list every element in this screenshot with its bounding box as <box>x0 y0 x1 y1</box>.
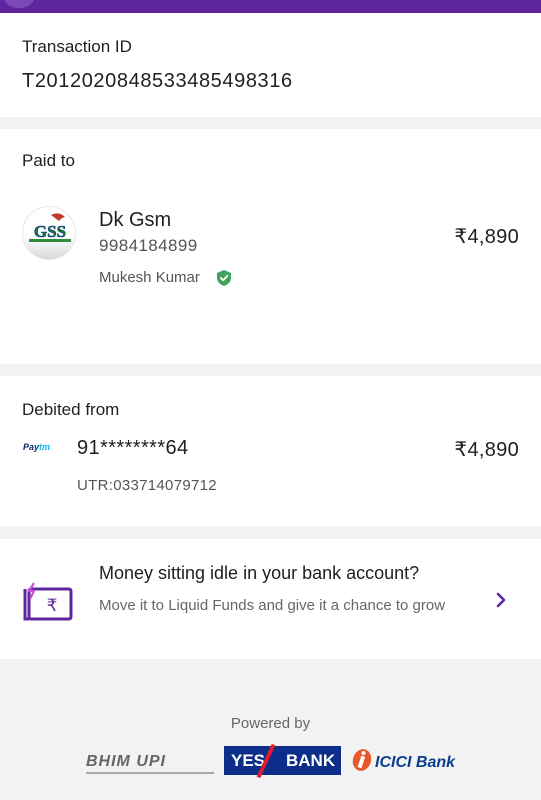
top-app-bar <box>0 0 541 13</box>
transaction-id-card: Transaction ID T2012020848533485498316 <box>0 13 541 117</box>
promo-title: Money sitting idle in your bank account? <box>99 563 420 583</box>
header-avatar-edge <box>4 0 34 8</box>
paid-amount: ₹4,890 <box>454 226 519 248</box>
transaction-id-label: Transaction ID <box>22 37 132 56</box>
liquid-funds-promo[interactable]: ₹ Money sitting idle in your bank accoun… <box>0 539 541 659</box>
debited-amount: ₹4,890 <box>454 439 519 461</box>
bhim-upi-logo: BHIM UPI <box>86 753 166 770</box>
icici-mark-icon <box>352 749 372 771</box>
icici-bank-logo: ICICI Bank <box>375 754 456 771</box>
transaction-id-value[interactable]: T2012020848533485498316 <box>22 70 293 93</box>
verified-shield-icon <box>217 270 231 286</box>
chevron-right-icon[interactable] <box>494 591 508 609</box>
utr-number[interactable]: UTR:033714079712 <box>77 477 217 494</box>
promo-description: Move it to Liquid Funds and give it a ch… <box>99 597 446 614</box>
debited-from-card: Debited from Paytm 91********64 ₹4,890 U… <box>0 376 541 526</box>
payee-logo-text: GSS <box>34 222 66 241</box>
svg-text:₹: ₹ <box>47 596 58 616</box>
payee-logo[interactable]: GSS <box>22 206 76 260</box>
payee-phone: 9984184899 <box>99 236 198 255</box>
rupee-card-icon: ₹ <box>23 582 73 621</box>
yes-bank-text-2: BANK <box>286 751 336 770</box>
debited-from-label: Debited from <box>22 400 120 419</box>
powered-by-label: Powered by <box>230 715 311 732</box>
paytm-logo: Paytm <box>23 442 51 452</box>
account-number: 91********64 <box>77 437 189 459</box>
partner-logos: BHIM UPI YES BANK ICICI Bank <box>86 743 476 779</box>
yes-bank-logo: YES BANK <box>224 743 341 779</box>
account-holder-name: Mukesh Kumar <box>99 269 200 286</box>
payee-name: Dk Gsm <box>99 209 172 231</box>
paid-to-label: Paid to <box>22 151 75 170</box>
bhim-upi-underline <box>86 772 214 774</box>
paid-to-card: Paid to GSS Dk Gsm 9984184899 Mukesh Kum… <box>0 129 541 364</box>
